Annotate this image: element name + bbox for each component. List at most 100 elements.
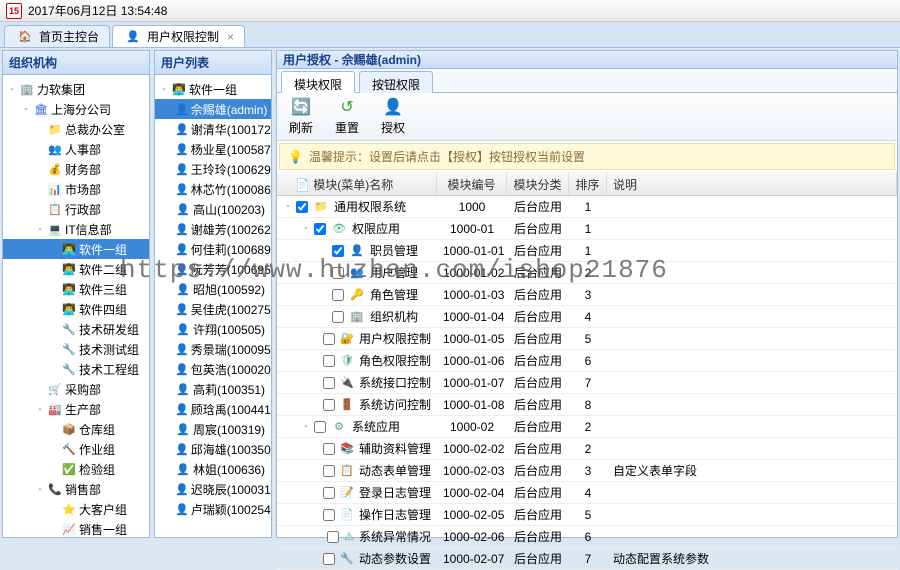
row-checkbox[interactable] [332, 245, 344, 257]
org-tree-node[interactable]: 📈销售一组 [3, 519, 149, 537]
toolbar-重置[interactable]: ↺重置 [331, 95, 363, 138]
main-tab[interactable]: 👤用户权限控制× [112, 25, 245, 47]
org-tree-node[interactable]: 🔧技术测试组 [3, 339, 149, 359]
org-tree-node[interactable]: 🔧技术工程组 [3, 359, 149, 379]
org-tree-node[interactable]: 💰财务部 [3, 159, 149, 179]
toolbar-授权[interactable]: 👤授权 [377, 95, 409, 138]
user-list-item[interactable]: 👤包英浩(100020) [155, 359, 271, 379]
user-group-node[interactable]: -👨‍💻软件一组 [155, 79, 271, 99]
user-list-item[interactable]: 👤王玲玲(100629) [155, 159, 271, 179]
user-list-item[interactable]: 👤秀景瑞(100095) [155, 339, 271, 359]
org-tree-node[interactable]: 👨‍💻软件四组 [3, 299, 149, 319]
user-list-item[interactable]: 👤昭旭(100592) [155, 279, 271, 299]
row-checkbox[interactable] [323, 377, 335, 389]
user-list[interactable]: -👨‍💻软件一组👤佘赐雄(admin)👤谢清华(100172)👤杨业星(1005… [155, 75, 271, 537]
user-list-item[interactable]: 👤邱海雄(100350) [155, 439, 271, 459]
user-list-item[interactable]: 👤高山(100203) [155, 199, 271, 219]
col-module-code[interactable]: 模块编号 [437, 172, 507, 195]
org-tree-node[interactable]: 📦仓库组 [3, 419, 149, 439]
grid-row[interactable]: 📋动态表单管理1000-02-03后台应用3自定义表单字段 [277, 460, 897, 482]
grid-row[interactable]: 🔧动态参数设置1000-02-07后台应用7动态配置系统参数 [277, 548, 897, 570]
org-tree-node[interactable]: -📞销售部 [3, 479, 149, 499]
toolbar-刷新[interactable]: 🔄刷新 [285, 95, 317, 138]
toggle-icon[interactable]: - [35, 404, 45, 415]
user-list-item[interactable]: 👤高莉(100351) [155, 379, 271, 399]
grid-row[interactable]: -👁权限应用1000-01后台应用1 [277, 218, 897, 240]
user-list-item[interactable]: 👤林芯竹(100086) [155, 179, 271, 199]
row-checkbox[interactable] [323, 333, 335, 345]
org-tree-node[interactable]: 🔨作业组 [3, 439, 149, 459]
row-checkbox[interactable] [323, 553, 335, 565]
toggle-icon[interactable]: - [7, 84, 17, 95]
user-list-item[interactable]: 👤卢瑞颖(100254) [155, 499, 271, 519]
user-list-item[interactable]: 👤吴佳虎(100275) [155, 299, 271, 319]
row-checkbox[interactable] [323, 443, 335, 455]
grid-row[interactable]: 📝登录日志管理1000-02-04后台应用4 [277, 482, 897, 504]
row-checkbox[interactable] [323, 465, 335, 477]
row-checkbox[interactable] [332, 311, 344, 323]
grid-row[interactable]: ⚠系统异常情况1000-02-06后台应用6 [277, 526, 897, 548]
row-checkbox[interactable] [332, 289, 344, 301]
user-list-item[interactable]: 👤顾琀禹(100441) [155, 399, 271, 419]
org-tree-node[interactable]: 📁总裁办公室 [3, 119, 149, 139]
toggle-icon[interactable]: - [35, 224, 45, 235]
auth-subtab[interactable]: 模块权限 [281, 71, 355, 93]
main-tab[interactable]: 🏠首页主控台 [4, 25, 110, 47]
org-tree-node[interactable]: -🏛上海分公司 [3, 99, 149, 119]
grid-row[interactable]: 🚪系统访问控制1000-01-08后台应用8 [277, 394, 897, 416]
col-desc[interactable]: 说明 [607, 172, 897, 195]
row-checkbox[interactable] [323, 509, 335, 521]
grid-row[interactable]: 📄操作日志管理1000-02-05后台应用5 [277, 504, 897, 526]
grid-row[interactable]: -⚙系统应用1000-02后台应用2 [277, 416, 897, 438]
auth-subtab[interactable]: 按钮权限 [359, 71, 433, 93]
row-toggle-icon[interactable]: - [301, 421, 311, 432]
user-list-item[interactable]: 👤许翔(100505) [155, 319, 271, 339]
org-tree-node[interactable]: 👨‍💻软件二组 [3, 259, 149, 279]
col-module-cat[interactable]: 模块分类 [507, 172, 569, 195]
user-list-item[interactable]: 👤阮芳芳(100695) [155, 259, 271, 279]
user-list-item[interactable]: 👤谢雄芳(100262) [155, 219, 271, 239]
user-list-item[interactable]: 👤周宸(100319) [155, 419, 271, 439]
row-checkbox[interactable] [314, 421, 326, 433]
org-tree-node[interactable]: 👨‍💻软件一组 [3, 239, 149, 259]
org-tree-node[interactable]: 📊市场部 [3, 179, 149, 199]
col-module-name[interactable]: 📄 模块(菜单)名称 [277, 172, 437, 195]
org-tree-node[interactable]: 👨‍💻软件三组 [3, 279, 149, 299]
toggle-icon[interactable]: - [35, 484, 45, 495]
grid-row[interactable]: 👤职员管理1000-01-01后台应用1 [277, 240, 897, 262]
row-checkbox[interactable] [296, 201, 308, 213]
grid-row[interactable]: -📁通用权限系统1000后台应用1 [277, 196, 897, 218]
row-checkbox[interactable] [323, 355, 335, 367]
row-checkbox[interactable] [323, 399, 335, 411]
org-tree-node[interactable]: 🔧技术研发组 [3, 319, 149, 339]
org-tree-node[interactable]: -💻IT信息部 [3, 219, 149, 239]
row-toggle-icon[interactable]: - [301, 223, 311, 234]
grid-row[interactable]: 🔐用户权限控制1000-01-05后台应用5 [277, 328, 897, 350]
grid-row[interactable]: 🔌系统接口控制1000-01-07后台应用7 [277, 372, 897, 394]
grid-body[interactable]: -📁通用权限系统1000后台应用1-👁权限应用1000-01后台应用1👤职员管理… [277, 196, 897, 570]
user-list-item[interactable]: 👤林姐(100636) [155, 459, 271, 479]
user-list-item[interactable]: 👤佘赐雄(admin) [155, 99, 271, 119]
row-toggle-icon[interactable]: - [283, 201, 293, 212]
org-tree-node[interactable]: ✅检验组 [3, 459, 149, 479]
close-icon[interactable]: × [227, 30, 234, 44]
user-list-item[interactable]: 👤迟晓辰(100031) [155, 479, 271, 499]
row-checkbox[interactable] [327, 531, 339, 543]
grid-row[interactable]: 🏢组织机构1000-01-04后台应用4 [277, 306, 897, 328]
grid-row[interactable]: 👥用户管理1000-01-02后台应用2 [277, 262, 897, 284]
org-tree-node[interactable]: 👥人事部 [3, 139, 149, 159]
col-sort[interactable]: 排序 [569, 172, 607, 195]
row-checkbox[interactable] [323, 487, 335, 499]
grid-row[interactable]: 📚辅助资料管理1000-02-02后台应用2 [277, 438, 897, 460]
user-list-item[interactable]: 👤谢清华(100172) [155, 119, 271, 139]
row-checkbox[interactable] [332, 267, 344, 279]
user-list-item[interactable]: 👤杨业星(100587) [155, 139, 271, 159]
grid-row[interactable]: 🔑角色管理1000-01-03后台应用3 [277, 284, 897, 306]
toggle-icon[interactable]: - [21, 104, 31, 115]
toggle-icon[interactable]: - [159, 84, 169, 95]
org-tree-node[interactable]: 🛒采购部 [3, 379, 149, 399]
grid-row[interactable]: 🛡角色权限控制1000-01-06后台应用6 [277, 350, 897, 372]
org-tree[interactable]: -🏢力软集团-🏛上海分公司📁总裁办公室👥人事部💰财务部📊市场部📋行政部-💻IT信… [3, 75, 149, 537]
org-tree-node[interactable]: 📋行政部 [3, 199, 149, 219]
org-tree-node[interactable]: -🏭生产部 [3, 399, 149, 419]
